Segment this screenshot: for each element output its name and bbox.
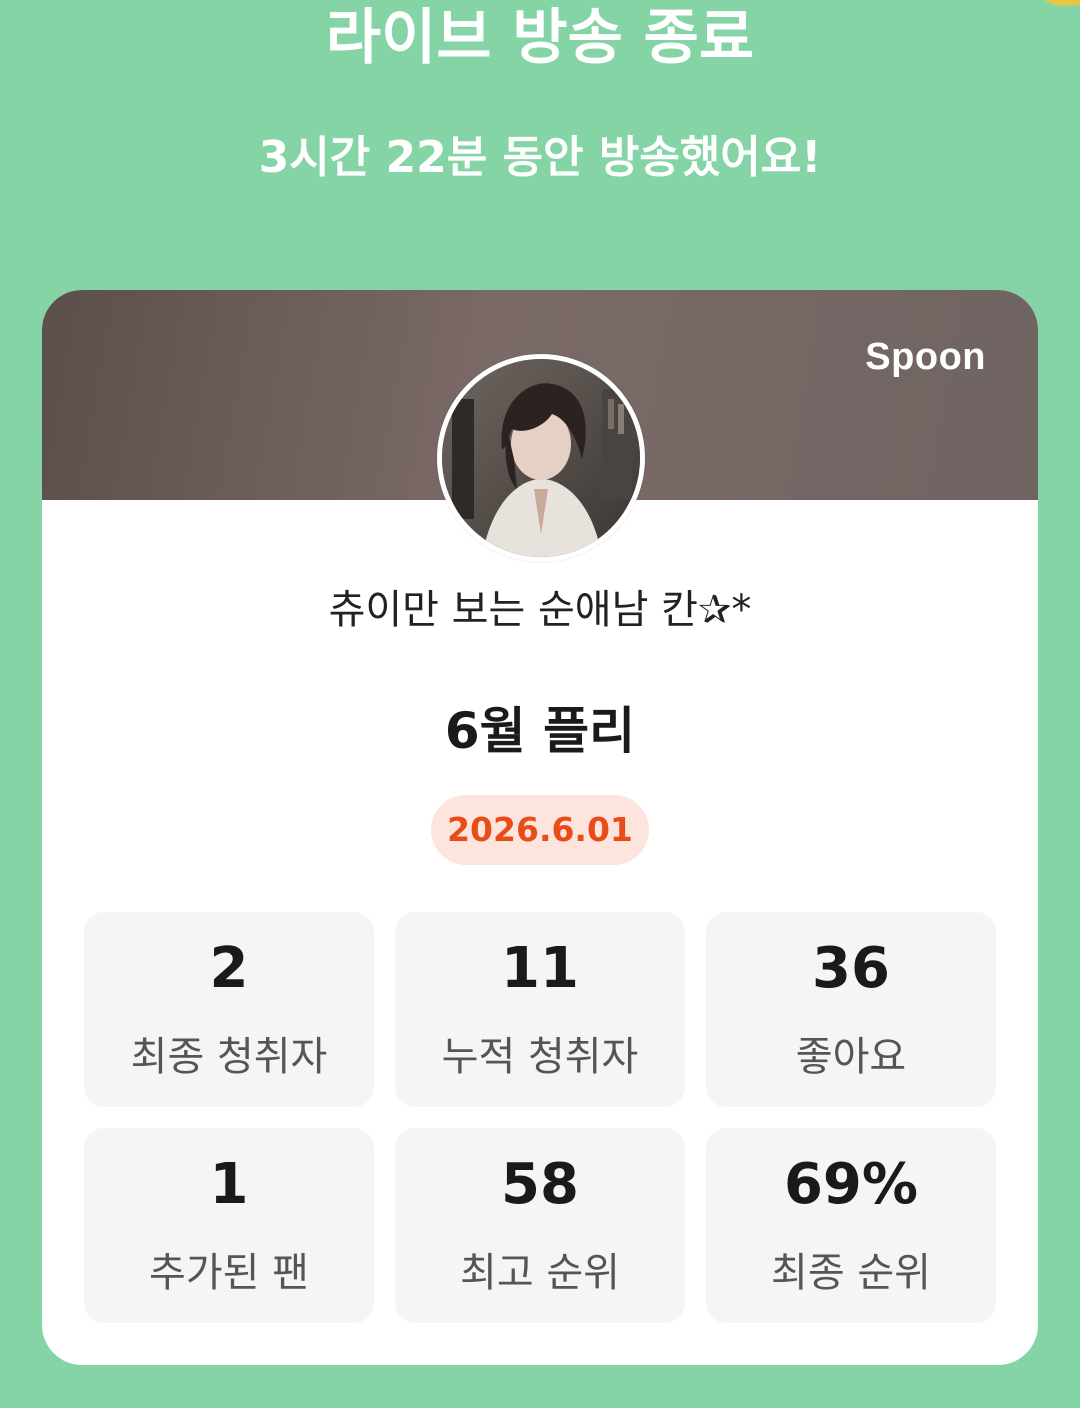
stat-final-rank: 69% 최종 순위 (706, 1128, 996, 1323)
stat-likes: 36 좋아요 (706, 912, 996, 1107)
broadcast-title: 6월 플리 (444, 702, 636, 760)
stat-label: 추가된 팬 (149, 1250, 309, 1296)
stat-total-listeners: 11 누적 청취자 (395, 912, 685, 1107)
broadcast-summary-card: Spoon 츄이만 보는 순애남 칸✰* 6월 플리 2026.6.01 2 최… (42, 290, 1038, 1365)
avatar[interactable] (437, 354, 645, 562)
stat-value: 2 (209, 936, 249, 1001)
stat-value: 1 (209, 1152, 249, 1217)
stat-new-fans: 1 추가된 팬 (84, 1128, 374, 1323)
page-title: 라이브 방송 종료 (325, 3, 755, 73)
streamer-name: 츄이만 보는 순애남 칸✰* (328, 587, 752, 633)
spoon-logo: Spoon (865, 336, 986, 378)
avatar-image (442, 359, 640, 557)
date-badge: 2026.6.01 (431, 795, 649, 865)
stat-label: 좋아요 (795, 1034, 907, 1080)
stat-value: 11 (501, 936, 579, 1001)
stat-label: 누적 청취자 (441, 1034, 639, 1080)
stat-label: 최종 순위 (771, 1250, 931, 1296)
stat-final-listeners: 2 최종 청취자 (84, 912, 374, 1107)
stat-label: 최종 청취자 (130, 1034, 328, 1080)
stat-value: 58 (501, 1152, 579, 1217)
stat-label: 최고 순위 (460, 1250, 620, 1296)
broadcast-duration: 3시간 22분 동안 방송했어요! (258, 132, 822, 183)
stat-value: 69% (783, 1152, 919, 1217)
stat-best-rank: 58 최고 순위 (395, 1128, 685, 1323)
stat-value: 36 (812, 936, 890, 1001)
